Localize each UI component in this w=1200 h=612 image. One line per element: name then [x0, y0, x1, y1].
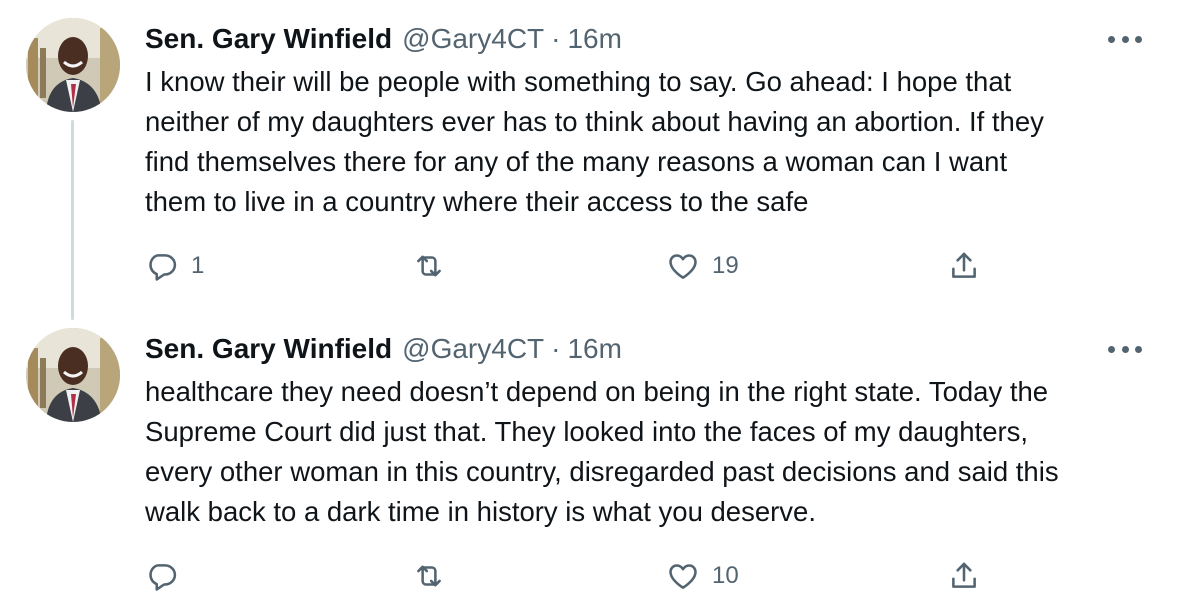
tweet-header: Sen. Gary Winfield @Gary4CT · 16m — [145, 22, 622, 56]
like-count: 10 — [712, 562, 739, 589]
tweet-header: Sen. Gary Winfield @Gary4CT · 16m — [145, 332, 622, 366]
heart-icon — [669, 254, 697, 279]
tweet-actions: 1 19 — [0, 246, 1200, 286]
like-button[interactable]: 19 — [666, 246, 739, 286]
like-button[interactable]: 10 — [666, 556, 739, 596]
author-handle[interactable]: @Gary4CT — [402, 333, 544, 365]
reply-icon — [149, 564, 177, 591]
author-name[interactable]: Sen. Gary Winfield — [145, 333, 392, 365]
reply-button[interactable]: 1 — [145, 246, 204, 286]
tweet-text-line: I know their will be people with somethi… — [145, 66, 1012, 97]
tweet-text-line: walk back to a dark time in history is w… — [145, 496, 816, 527]
separator-dot: · — [551, 23, 561, 54]
tweet-text: healthcare they need doesn’t depend on b… — [145, 372, 1155, 532]
tweet-text-line: neither of my daughters ever has to thin… — [145, 106, 1044, 137]
timestamp[interactable]: 16m — [567, 23, 621, 55]
separator-dot: · — [551, 333, 561, 364]
retweet-button[interactable] — [412, 246, 458, 286]
tweet-text-line: healthcare they need doesn’t depend on b… — [145, 376, 1049, 407]
timestamp[interactable]: 16m — [567, 333, 621, 365]
heart-icon — [669, 564, 697, 589]
tweet-text: I know their will be people with somethi… — [145, 62, 1155, 222]
avatar[interactable] — [26, 18, 120, 112]
share-icon — [952, 562, 976, 588]
like-count: 19 — [712, 252, 739, 279]
avatar[interactable] — [26, 328, 120, 422]
share-button[interactable] — [947, 556, 981, 596]
retweet-button[interactable] — [412, 556, 458, 596]
author-name[interactable]: Sen. Gary Winfield — [145, 23, 392, 55]
tweet-text-line: Supreme Court did just that. They looked… — [145, 416, 1029, 447]
reply-button[interactable] — [145, 556, 191, 596]
reply-icon — [149, 254, 177, 281]
tweet-text-line: them to live in a country where their ac… — [145, 186, 809, 217]
retweet-icon — [417, 255, 441, 277]
tweet-text-line: find themselves there for any of the man… — [145, 146, 1008, 177]
more-icon[interactable] — [1108, 32, 1142, 46]
share-icon — [952, 252, 976, 278]
more-icon[interactable] — [1108, 342, 1142, 356]
tweet-actions: 10 — [0, 556, 1200, 596]
share-button[interactable] — [947, 246, 981, 286]
reply-count: 1 — [191, 252, 205, 279]
retweet-icon — [417, 565, 441, 587]
tweet-text-line: every other woman in this country, disre… — [145, 456, 1059, 487]
thread-connector-line — [71, 120, 74, 320]
author-handle[interactable]: @Gary4CT — [402, 23, 544, 55]
